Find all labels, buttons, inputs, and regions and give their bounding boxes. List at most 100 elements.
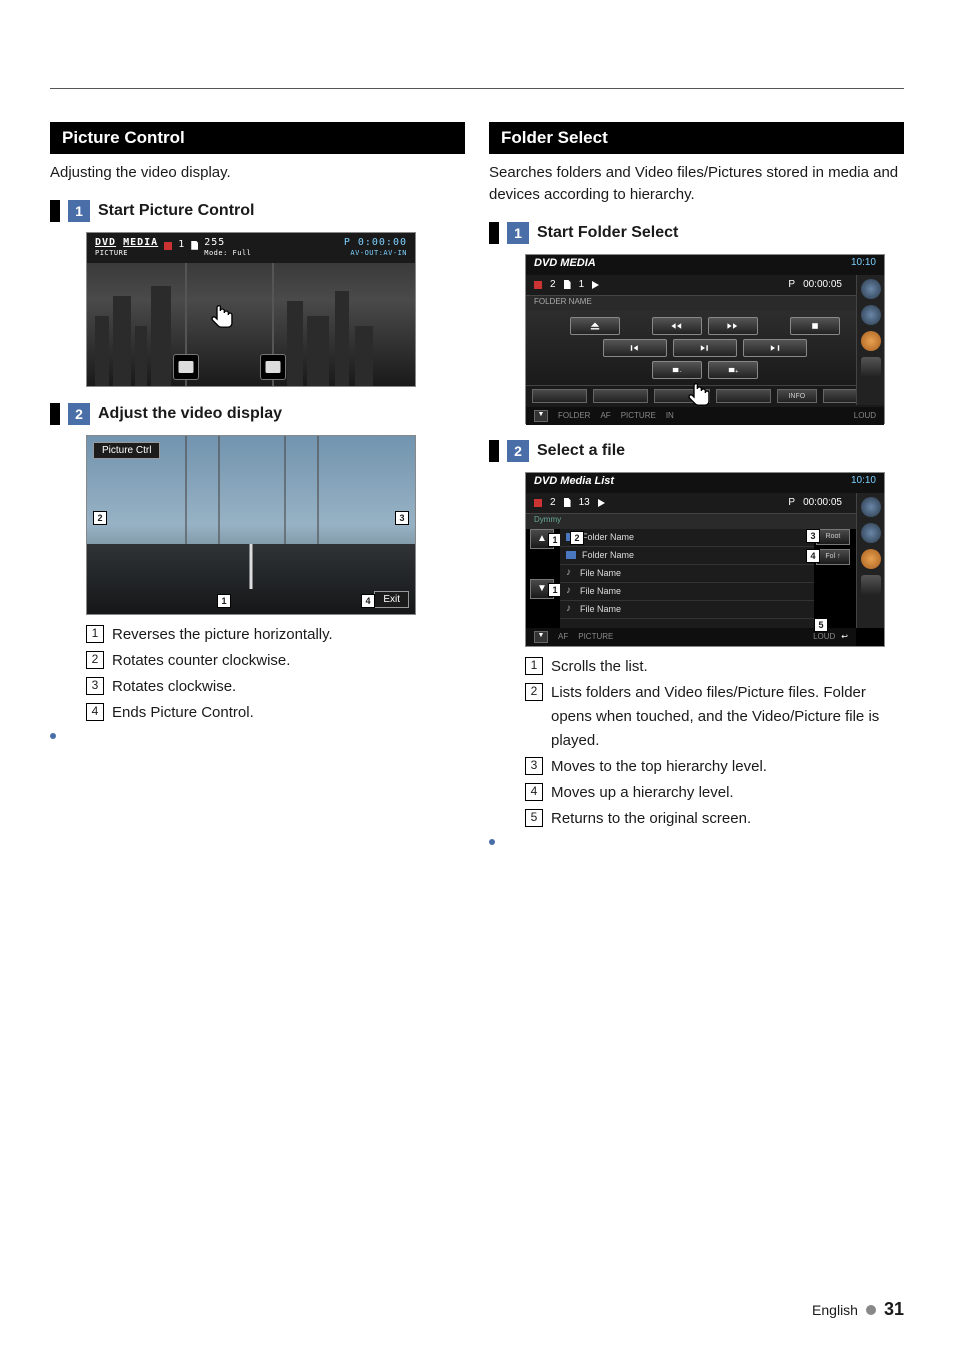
- doc-and-mode: 255 Mode: Full: [204, 237, 251, 257]
- list-item[interactable]: Folder Name: [560, 547, 814, 565]
- music-note-icon: ♪: [566, 604, 574, 614]
- hand-cursor-icon: [207, 303, 239, 335]
- side-icon[interactable]: [861, 523, 881, 543]
- callout-4: 4: [806, 549, 820, 563]
- side-icon[interactable]: [861, 357, 881, 377]
- stop-icon: [534, 281, 542, 289]
- legend-num: 3: [86, 677, 104, 695]
- list-item[interactable]: ♪File Name: [560, 565, 814, 583]
- media-controls: - +: [526, 311, 884, 385]
- bottom-button[interactable]: [593, 389, 648, 403]
- step-2-left: 2 Adjust the video display: [50, 403, 465, 425]
- play-icon: [592, 281, 599, 289]
- stop-num: 1: [178, 239, 185, 250]
- folder-label: FOLDER: [558, 411, 590, 420]
- intro-left: Adjusting the video display.: [50, 162, 465, 184]
- step-number: 1: [507, 222, 529, 244]
- bottom-button[interactable]: [716, 389, 771, 403]
- stop-icon: [534, 499, 542, 507]
- step-number: 2: [68, 403, 90, 425]
- side-icon[interactable]: [861, 331, 881, 351]
- side-icon[interactable]: [861, 549, 881, 569]
- folder-name-bar: FOLDER NAME: [526, 295, 884, 311]
- dropdown-icon[interactable]: ▼: [534, 631, 548, 643]
- item-label: File Name: [580, 568, 621, 578]
- left-column: Picture Control Adjusting the video disp…: [50, 122, 465, 845]
- section-end-dot: [489, 839, 495, 845]
- root-button[interactable]: Root: [816, 529, 850, 545]
- step-tab: [50, 200, 60, 222]
- list-item[interactable]: Folder Name: [560, 529, 814, 547]
- rewind-button[interactable]: [652, 317, 702, 335]
- legend-text: Reverses the picture horizontally.: [112, 623, 465, 647]
- manual-page: Picture Control Adjusting the video disp…: [0, 0, 954, 1354]
- playtime: 00:00:05: [803, 279, 842, 290]
- stop-button[interactable]: [790, 317, 840, 335]
- legend-text: Scrolls the list.: [551, 655, 904, 679]
- step-tab: [489, 440, 499, 462]
- picture-ctrl-label: Picture Ctrl: [93, 442, 160, 459]
- side-icon[interactable]: [861, 497, 881, 517]
- p-label: P: [788, 279, 795, 290]
- legend-text: Ends Picture Control.: [112, 701, 465, 725]
- picture-label: PICTURE: [578, 632, 613, 641]
- header-rule: [50, 88, 904, 89]
- fastforward-button[interactable]: [708, 317, 758, 335]
- exit-button[interactable]: Exit: [374, 591, 409, 608]
- list-item[interactable]: ♪File Name: [560, 583, 814, 601]
- item-label: Folder Name: [582, 532, 634, 542]
- bottom-button[interactable]: [532, 389, 587, 403]
- intro-right: Searches folders and Video files/Picture…: [489, 162, 904, 206]
- return-icon[interactable]: ↩: [841, 632, 848, 641]
- dropdown-icon[interactable]: ▼: [534, 410, 548, 422]
- legend-text: Rotates counter clockwise.: [112, 649, 465, 673]
- clock: 10:10: [851, 257, 876, 273]
- folder-down-button[interactable]: -: [652, 361, 702, 379]
- callout-5: 5: [814, 618, 828, 632]
- title-bar: DVD Media List 10:10: [526, 473, 884, 493]
- item-label: File Name: [580, 604, 621, 614]
- step-title: Select a file: [537, 442, 625, 460]
- document-icon: [564, 280, 571, 289]
- step-title: Adjust the video display: [98, 405, 282, 423]
- dymmy-label: Dymmy: [526, 513, 884, 529]
- folder-up-button[interactable]: Fol ↑: [816, 549, 850, 565]
- info-button[interactable]: INFO: [777, 389, 817, 403]
- legend-text: Rotates clockwise.: [112, 675, 465, 699]
- side-icons: [856, 493, 884, 628]
- legend-text: Moves to the top hierarchy level.: [551, 755, 904, 779]
- prev-track-button[interactable]: [603, 339, 667, 357]
- play-icon: [598, 499, 605, 507]
- folder-icon: [566, 551, 576, 559]
- side-icon[interactable]: [861, 575, 881, 595]
- item-label: File Name: [580, 586, 621, 596]
- scroll-thumb[interactable]: [260, 354, 286, 380]
- num: 13: [579, 497, 590, 508]
- screenshot-picture-ctrl: Picture Ctrl Exit 1 2 3 4: [86, 435, 416, 615]
- page-footer: English 31: [812, 1299, 904, 1320]
- side-icons: [856, 275, 884, 405]
- folder-up-button[interactable]: +: [708, 361, 758, 379]
- legend-left: 1Reverses the picture horizontally. 2Rot…: [86, 623, 465, 725]
- playtime: 00:00:05: [803, 497, 842, 508]
- item-label: Folder Name: [582, 550, 634, 560]
- eject-button[interactable]: [570, 317, 620, 335]
- side-icon[interactable]: [861, 305, 881, 325]
- svg-text:-: -: [680, 368, 682, 374]
- num: 2: [550, 497, 556, 508]
- doc-num: 255: [204, 237, 225, 248]
- list-item[interactable]: ♪ File Name: [560, 601, 814, 619]
- av-out: AV-OUT:AV-IN: [344, 249, 407, 257]
- time-block: P 0:00:00 AV-OUT:AV-IN: [344, 237, 407, 257]
- scroll-thumb[interactable]: [173, 354, 199, 380]
- legend-num: 2: [86, 651, 104, 669]
- next-track-button[interactable]: [743, 339, 807, 357]
- screenshot-folder-select: DVD MEDIA 10:10 2 1 P 00:00:05 FOLDER NA…: [525, 254, 885, 424]
- legend-num: 5: [525, 809, 543, 827]
- two-column-layout: Picture Control Adjusting the video disp…: [50, 122, 904, 845]
- side-icon[interactable]: [861, 279, 881, 299]
- step-title: Start Folder Select: [537, 224, 678, 242]
- loud-label: LOUD: [854, 411, 876, 420]
- play-pause-button[interactable]: [673, 339, 737, 357]
- title-bar: DVD MEDIA 10:10: [526, 255, 884, 275]
